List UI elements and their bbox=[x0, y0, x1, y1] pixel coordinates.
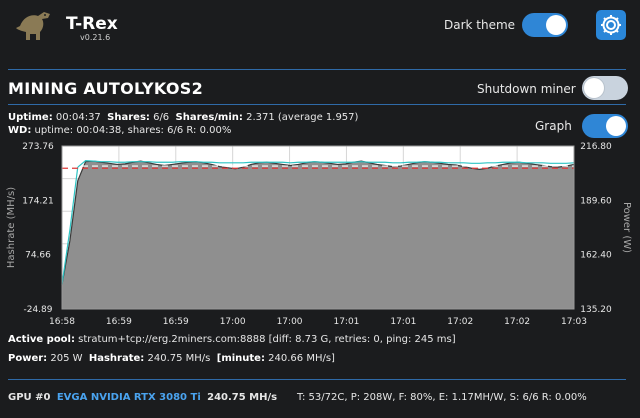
y2-axis-label: Power (W) bbox=[621, 202, 632, 253]
section-divider bbox=[8, 69, 626, 70]
y-tick-label: -24.89 bbox=[23, 305, 52, 315]
uptime-stat: Uptime: 00:04:37 Shares: 6/6 Shares/min:… bbox=[8, 112, 358, 123]
x-tick-label: 16:59 bbox=[163, 317, 189, 327]
shares-min-value: 2.371 (average 1.957) bbox=[246, 112, 359, 123]
section-divider-2 bbox=[8, 104, 626, 105]
shares-value: 6/6 bbox=[153, 112, 170, 123]
gpu-hashrate: 240.75 MH/s bbox=[207, 392, 278, 403]
x-tick-label: 17:03 bbox=[561, 317, 587, 327]
hashrate-chart-svg: 273.76 174.21 74.66 -24.89 216.80 189.60 162.4… bbox=[6, 142, 632, 327]
active-pool-value: stratum+tcp://erg.2miners.com:8888 [diff… bbox=[78, 334, 456, 345]
gpu-name: EVGA NVIDIA RTX 3080 Ti bbox=[56, 392, 201, 403]
x-tick-label: 16:59 bbox=[106, 317, 132, 327]
minute-value: 240.66 MH/s] bbox=[268, 353, 335, 364]
y2-tick-label: 189.60 bbox=[580, 196, 612, 206]
wd-label: WD: bbox=[8, 125, 32, 136]
hashrate-label: Hashrate: bbox=[88, 353, 145, 364]
x-tick-label: 17:01 bbox=[333, 317, 359, 327]
y-tick-label: 273.76 bbox=[22, 142, 54, 152]
shares-label: Shares: bbox=[107, 112, 150, 123]
shutdown-miner-toggle[interactable] bbox=[582, 76, 628, 100]
app-version: v0.21.6 bbox=[80, 33, 111, 42]
x-tick-label: 17:00 bbox=[277, 317, 303, 327]
y2-tick-label: 135.20 bbox=[580, 305, 612, 315]
wd-value: uptime: 00:04:38, shares: 6/6 R: 0.00% bbox=[34, 125, 232, 136]
trex-logo bbox=[14, 6, 54, 44]
graph-label: Graph bbox=[535, 119, 572, 133]
y-axis-label: Hashrate (MH/s) bbox=[6, 187, 17, 268]
app-title: T-Rex bbox=[66, 14, 118, 34]
shutdown-miner-label: Shutdown miner bbox=[477, 82, 576, 96]
hashrate-chart: 273.76 174.21 74.66 -24.89 216.80 189.60 162.4… bbox=[0, 140, 640, 330]
x-tick-label: 17:00 bbox=[220, 317, 246, 327]
x-tick-label: 16:58 bbox=[49, 317, 75, 327]
power-value: 205 W bbox=[50, 353, 83, 364]
x-tick-label: 17:02 bbox=[504, 317, 530, 327]
uptime-value: 00:04:37 bbox=[55, 112, 101, 123]
hashrate-value: 240.75 MH/s bbox=[147, 353, 211, 364]
y2-tick-label: 162.40 bbox=[580, 251, 612, 261]
dark-theme-label: Dark theme bbox=[444, 18, 516, 32]
power-label: Power: bbox=[8, 353, 48, 364]
gpu-row[interactable]: GPU #0 EVGA NVIDIA RTX 3080 Ti 240.75 MH… bbox=[8, 392, 277, 403]
section-divider-3 bbox=[8, 379, 626, 380]
gear-icon bbox=[601, 15, 621, 35]
y2-tick-label: 216.80 bbox=[580, 142, 612, 152]
x-tick-label: 17:01 bbox=[390, 317, 416, 327]
dark-theme-toggle[interactable] bbox=[522, 13, 568, 37]
active-pool-label: Active pool: bbox=[8, 334, 75, 345]
shares-min-label: Shares/min: bbox=[175, 112, 243, 123]
gpu-details: T: 53/72C, P: 208W, F: 80%, E: 1.17MH/W,… bbox=[297, 392, 587, 403]
graph-toggle[interactable] bbox=[582, 114, 628, 138]
gpu-label: GPU #0 bbox=[8, 392, 51, 403]
y-tick-label: 174.21 bbox=[22, 196, 54, 206]
x-tick-label: 17:02 bbox=[447, 317, 473, 327]
settings-button[interactable] bbox=[596, 10, 626, 40]
uptime-label: Uptime: bbox=[8, 112, 53, 123]
active-pool-line: Active pool: stratum+tcp://erg.2miners.c… bbox=[8, 334, 456, 345]
y-tick-label: 74.66 bbox=[25, 251, 51, 261]
hashrate-area bbox=[62, 161, 574, 309]
minute-label: [minute: bbox=[216, 353, 265, 364]
section-title: MINING AUTOLYKOS2 bbox=[8, 79, 204, 98]
wd-stat: WD: uptime: 00:04:38, shares: 6/6 R: 0.0… bbox=[8, 125, 231, 136]
power-line: Power: 205 W Hashrate: 240.75 MH/s [minu… bbox=[8, 353, 335, 364]
